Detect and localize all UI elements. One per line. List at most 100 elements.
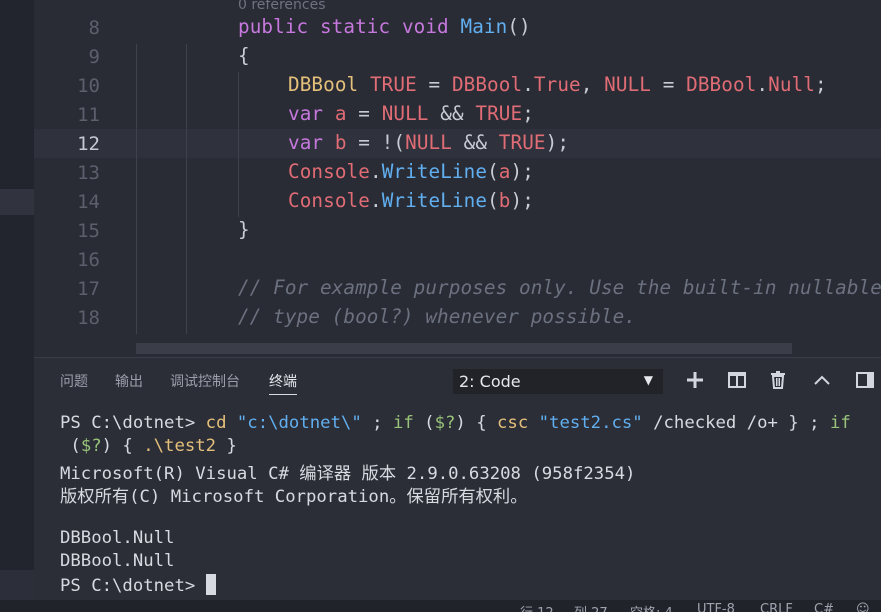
code-token: var: [288, 102, 335, 125]
terminal-select-value: 2: Code: [459, 372, 521, 391]
tab-problems[interactable]: 问题: [60, 371, 88, 391]
terminal-csc-flags: /checked /o+ } ;: [642, 413, 830, 433]
code-line[interactable]: 18 // type (bool?) whenever possible.: [34, 303, 881, 332]
tab-output[interactable]: 输出: [115, 371, 143, 391]
terminal-cmd-cd: cd: [205, 413, 227, 433]
terminal-paren: (: [413, 413, 435, 433]
code-line[interactable]: 15}: [34, 216, 881, 245]
tab-terminal[interactable]: 终端: [269, 371, 297, 395]
code-line[interactable]: 9{: [34, 42, 881, 71]
activity-item-selected[interactable]: [0, 189, 34, 215]
code-line[interactable]: 12 var b = !(NULL && TRUE);: [34, 129, 881, 158]
code-token: WriteLine: [381, 189, 488, 212]
trash-icon[interactable]: [767, 370, 789, 392]
code-line[interactable]: 8 public static void Main(): [34, 13, 881, 42]
terminal-if: if: [392, 413, 414, 433]
line-number: 10: [77, 75, 100, 97]
code-token: public: [238, 15, 320, 38]
code-token: =: [346, 102, 382, 125]
code-line[interactable]: 13 Console.WriteLine(a);: [34, 158, 881, 187]
terminal-prompt: PS C:\dotnet>: [60, 413, 206, 433]
code-token: a: [498, 160, 511, 183]
terminal-line-2: ($?) { .\test2 }: [60, 436, 237, 456]
code-token: =: [416, 73, 452, 96]
line-number: 15: [77, 220, 100, 242]
terminal-cursor: [205, 574, 216, 595]
chevron-up-icon[interactable]: [811, 370, 833, 392]
code-token: (: [487, 189, 499, 212]
terminal-cond-var: $?: [434, 413, 456, 433]
code-line[interactable]: 14 Console.WriteLine(b);: [34, 187, 881, 216]
code-token: Null: [768, 73, 815, 96]
code-token: .: [369, 160, 382, 183]
tab-debug-console[interactable]: 调试控制台: [170, 371, 240, 391]
status-language[interactable]: C#: [814, 602, 834, 612]
code-token: }: [238, 218, 250, 241]
line-number: 14: [77, 191, 100, 213]
terminal-brace: ) {: [455, 413, 498, 433]
split-icon[interactable]: [726, 370, 748, 392]
code-line[interactable]: 17 // For example purposes only. Use the …: [34, 274, 881, 303]
terminal-output-a: DBBool.Null: [60, 528, 175, 548]
code-token: ;: [814, 73, 827, 96]
code-line[interactable]: 11 var a = NULL && TRUE;: [34, 100, 881, 129]
terminal-if2: if: [829, 413, 851, 433]
code-token: );: [545, 131, 570, 154]
code-token: &&: [428, 102, 476, 125]
terminal-final-line[interactable]: PS C:\dotnet>: [60, 574, 216, 596]
activity-item-bottom[interactable]: [0, 570, 34, 600]
code-text: var a = NULL && TRUE;: [288, 102, 534, 125]
code-token: True: [533, 73, 581, 96]
code-token: b: [334, 131, 347, 154]
line-number: 17: [77, 278, 100, 300]
terminal-sep: ;: [361, 413, 393, 433]
codelens-references[interactable]: 0 references: [238, 0, 326, 13]
code-line[interactable]: 16: [34, 245, 881, 274]
terminal-select[interactable]: 2: Code ▼: [453, 369, 663, 394]
code-token: );: [510, 160, 534, 183]
terminal-paren2: (: [60, 436, 81, 456]
horizontal-scrollbar[interactable]: [136, 343, 792, 354]
bottom-panel: 问题 输出 调试控制台 终端 2: Code ▼ PS C:\dotnet> c…: [34, 357, 881, 600]
line-number: 12: [77, 133, 100, 155]
code-token: static: [319, 15, 402, 38]
code-token: Main: [460, 15, 508, 38]
code-text: public static void Main(): [238, 15, 531, 38]
code-token: .: [369, 189, 382, 212]
activity-bar: [0, 0, 34, 600]
indent-guide-method: [186, 44, 187, 334]
code-token: // type (bool?) whenever possible.: [238, 305, 637, 328]
status-col[interactable]: 列 27: [574, 602, 608, 612]
code-token: void: [401, 15, 461, 38]
code-text: Console.WriteLine(a);: [288, 160, 534, 183]
plus-icon[interactable]: [684, 370, 706, 392]
code-token: ,: [580, 73, 605, 96]
code-text: Console.WriteLine(b);: [288, 189, 534, 212]
status-line[interactable]: 行 12: [520, 602, 554, 612]
code-text: DBBool TRUE = DBBool.True, NULL = DBBool…: [288, 73, 827, 96]
code-token: DBBool: [686, 73, 757, 96]
code-token: TRUE: [369, 73, 417, 96]
code-token: {: [238, 44, 250, 67]
line-number: 13: [77, 162, 100, 184]
code-token: NULL: [405, 131, 452, 154]
terminal-line-1: PS C:\dotnet> cd "c:\dotnet\" ; if ($?) …: [60, 413, 851, 433]
code-editor[interactable]: 0 references 8 public static void Main() 9…: [34, 0, 881, 357]
code-token: // For example purposes only. Use the bu…: [238, 276, 881, 299]
terminal-output-compiler: Microsoft(R) Visual C# 编译器 版本 2.9.0.6320…: [60, 464, 636, 484]
line-number: 9: [88, 46, 100, 68]
code-token: &&: [451, 131, 499, 154]
feedback-icon[interactable]: ☺: [856, 602, 870, 612]
status-bar: 行 12 列 27 空格: 4 UTF-8 CRLF C# ☺: [0, 600, 881, 612]
status-spaces[interactable]: 空格: 4: [630, 602, 673, 612]
code-token: (: [487, 160, 499, 183]
code-token: Console: [288, 160, 370, 183]
terminal-final-prompt: PS C:\dotnet>: [60, 576, 206, 596]
code-line[interactable]: 10 DBBool TRUE = DBBool.True, NULL = DBBo…: [34, 71, 881, 100]
code-text: // type (bool?) whenever possible.: [238, 305, 636, 328]
code-text: }: [238, 218, 250, 241]
status-eol[interactable]: CRLF: [760, 602, 793, 612]
maximize-icon[interactable]: [854, 370, 876, 392]
code-token: var: [288, 131, 335, 154]
status-encoding[interactable]: UTF-8: [697, 602, 735, 612]
